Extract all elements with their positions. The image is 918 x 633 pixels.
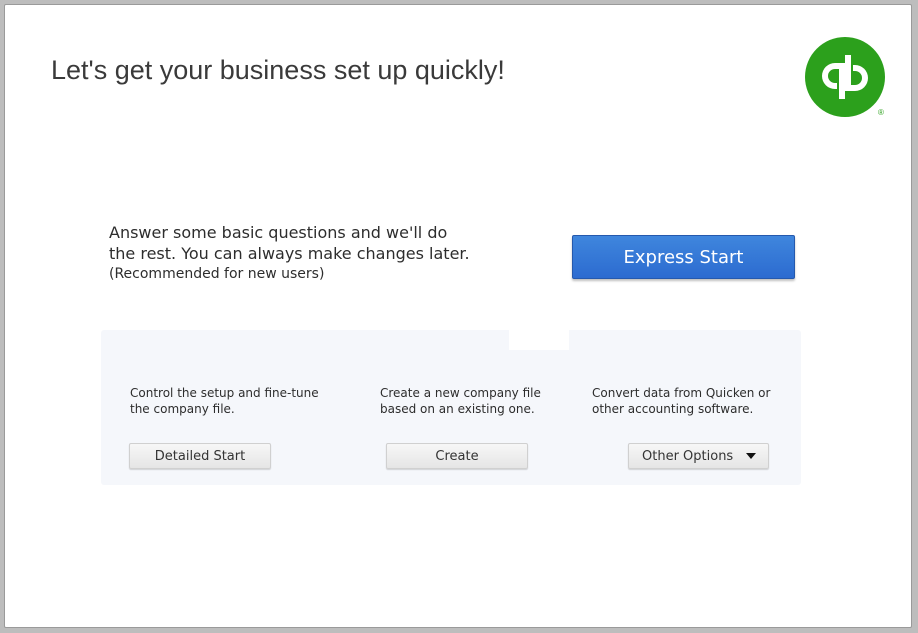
setup-window: Let's get your business set up quickly! … [4,4,912,628]
setup-options-panel: Control the setup and fine-tune the comp… [101,330,801,485]
quickbooks-logo: ® [805,37,887,119]
other-option: Convert data from Quicken or other accou… [592,385,798,417]
express-recommendation-note: (Recommended for new users) [109,266,325,282]
other-options-dropdown[interactable]: Other Options [628,443,769,469]
create-option: Create a new company file based on an ex… [380,385,580,417]
caret-down-icon [746,453,756,459]
other-options-description: Convert data from Quicken or other accou… [592,386,771,416]
quickbooks-logo-icon [805,37,885,117]
other-options-label: Other Options [642,448,734,464]
detailed-option: Control the setup and fine-tune the comp… [130,385,340,417]
panel-notch [509,330,569,350]
registered-mark: ® [878,108,884,117]
express-start-button[interactable]: Express Start [572,235,795,279]
detailed-start-description: Control the setup and fine-tune the comp… [130,386,319,416]
create-button[interactable]: Create [386,443,528,469]
detailed-start-button[interactable]: Detailed Start [129,443,271,469]
express-description-line-1: Answer some basic questions and we'll do [109,223,448,242]
page-title: Let's get your business set up quickly! [51,55,505,85]
express-description-line-2: the rest. You can always make changes la… [109,244,470,263]
express-description: Answer some basic questions and we'll do… [109,222,509,285]
create-description: Create a new company file based on an ex… [380,386,541,416]
